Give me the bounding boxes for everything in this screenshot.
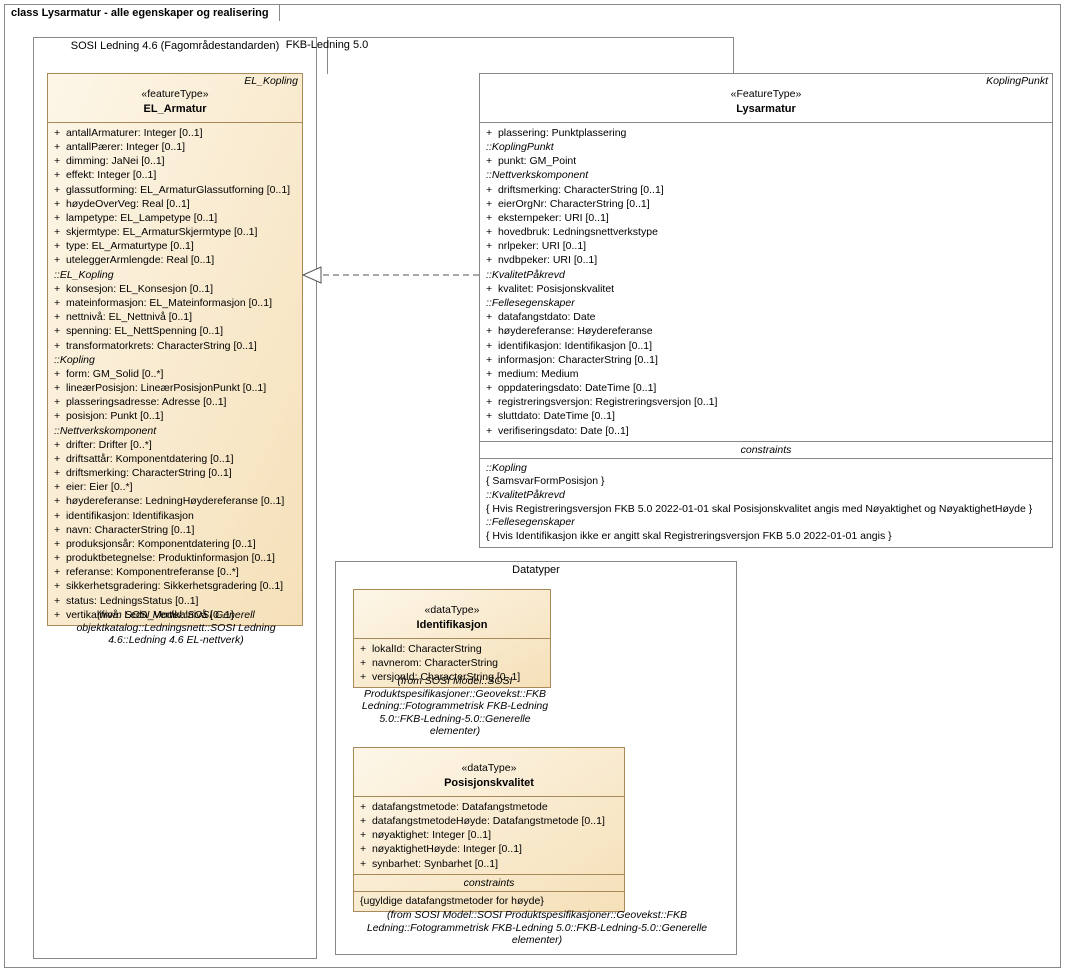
attribute-row: høydereferanse: LedningHøydereferanse [0… <box>54 494 296 508</box>
constraint-header: ::KvalitetPåkrevd <box>486 489 1046 503</box>
el-armatur-stereo: «featureType» <box>52 88 298 102</box>
constraint-text: { Hvis Identifikasjon ikke er angitt ska… <box>486 530 1046 544</box>
attribute-row: identifikasjon: Identifikasjon [0..1] <box>486 339 1046 353</box>
attribute-row: lokalId: CharacterString <box>360 642 544 656</box>
attribute-row: navnerom: CharacterString <box>360 656 544 670</box>
section-header: ::Kopling <box>54 353 296 367</box>
attribute-row: lampetype: EL_Lampetype [0..1] <box>54 211 296 225</box>
posisjonskvalitet-constraints-label: constraints <box>354 875 624 892</box>
posisjonskvalitet-from: (from SOSI Model::SOSI Produktspesifikas… <box>343 905 731 951</box>
attribute-row: synbarhet: Synbarhet [0..1] <box>360 857 618 871</box>
section-header: ::Nettverkskomponent <box>486 168 1046 182</box>
lysarmatur-constraints-label: constraints <box>480 442 1052 459</box>
attribute-row: sluttdato: DateTime [0..1] <box>486 409 1046 423</box>
posisjonskvalitet-stereo: «dataType» <box>358 762 620 776</box>
attribute-row: referanse: Komponentreferanse [0..*] <box>54 565 296 579</box>
attribute-row: eksternpeker: URI [0..1] <box>486 211 1046 225</box>
constraint-header: ::Fellesegenskaper <box>486 516 1046 530</box>
attribute-row: identifikasjon: Identifikasjon <box>54 509 296 523</box>
attribute-row: kvalitet: Posisjonskvalitet <box>486 282 1046 296</box>
identifikasjon-stereo: «dataType» <box>358 604 546 618</box>
attribute-row: datafangstmetode: Datafangstmetode <box>360 800 618 814</box>
el-armatur-corner: EL_Kopling <box>244 75 298 87</box>
attribute-row: driftsmerking: CharacterString [0..1] <box>486 183 1046 197</box>
attribute-row: eier: Eier [0..*] <box>54 480 296 494</box>
attribute-row: posisjon: Punkt [0..1] <box>54 409 296 423</box>
attribute-row: høydereferanse: Høydereferanse <box>486 324 1046 338</box>
attribute-row: produktbetegnelse: Produktinformasjon [0… <box>54 551 296 565</box>
attribute-row: høydeOverVeg: Real [0..1] <box>54 197 296 211</box>
attribute-row: lineærPosisjon: LineærPosisjonPunkt [0..… <box>54 381 296 395</box>
class-el-armatur: EL_Kopling «featureType» EL_Armatur anta… <box>47 73 303 626</box>
attribute-row: effekt: Integer [0..1] <box>54 168 296 182</box>
attribute-row: antallPærer: Integer [0..1] <box>54 140 296 154</box>
attribute-row: registreringsversjon: Registreringsversj… <box>486 395 1046 409</box>
class-lysarmatur: KoplingPunkt «FeatureType» Lysarmatur pl… <box>479 73 1053 548</box>
attribute-row: glassutforming: EL_ArmaturGlassutforning… <box>54 183 296 197</box>
attribute-row: punkt: GM_Point <box>486 154 1046 168</box>
attribute-row: informasjon: CharacterString [0..1] <box>486 353 1046 367</box>
posisjonskvalitet-name: Posisjonskvalitet <box>358 776 620 790</box>
attribute-row: eierOrgNr: CharacterString [0..1] <box>486 197 1046 211</box>
attribute-row: nrlpeker: URI [0..1] <box>486 239 1046 253</box>
attribute-row: uteleggerArmlengde: Real [0..1] <box>54 253 296 267</box>
section-header: ::Nettverkskomponent <box>54 424 296 438</box>
attribute-row: antallArmaturer: Integer [0..1] <box>54 126 296 140</box>
el-armatur-from: (from SOSI Model::SOSI Generell objektka… <box>47 605 305 651</box>
attribute-row: dimming: JaNei [0..1] <box>54 154 296 168</box>
attribute-row: konsesjon: EL_Konsesjon [0..1] <box>54 282 296 296</box>
class-posisjonskvalitet: «dataType» Posisjonskvalitet datafangstm… <box>353 747 625 912</box>
constraint-header: ::Kopling <box>486 462 1046 476</box>
package-fkb50-label: FKB-Ledning 5.0 <box>125 39 530 51</box>
attribute-row: nettnivå: EL_Nettnivå [0..1] <box>54 310 296 324</box>
constraint-text: { SamsvarFormPosisjon } <box>486 475 1046 489</box>
attribute-row: hovedbruk: Ledningsnettverkstype <box>486 225 1046 239</box>
attribute-row: form: GM_Solid [0..*] <box>54 367 296 381</box>
attribute-row: datafangstmetodeHøyde: Datafangstmetode … <box>360 814 618 828</box>
attribute-row: drifter: Drifter [0..*] <box>54 438 296 452</box>
attribute-row: produksjonsår: Komponentdatering [0..1] <box>54 537 296 551</box>
section-header: ::KoplingPunkt <box>486 140 1046 154</box>
attribute-row: transformatorkrets: CharacterString [0..… <box>54 339 296 353</box>
attribute-row: spenning: EL_NettSpenning [0..1] <box>54 324 296 338</box>
attribute-row: sikkerhetsgradering: Sikkerhetsgradering… <box>54 579 296 593</box>
attribute-row: skjermtype: EL_ArmaturSkjermtype [0..1] <box>54 225 296 239</box>
package-datatyper-label: Datatyper <box>512 564 560 576</box>
attribute-row: nøyaktighet: Integer [0..1] <box>360 828 618 842</box>
lysarmatur-name: Lysarmatur <box>484 102 1048 116</box>
diagram-title-tab: class Lysarmatur - alle egenskaper og re… <box>4 4 280 21</box>
lysarmatur-corner: KoplingPunkt <box>986 75 1048 87</box>
attribute-row: driftsattår: Komponentdatering [0..1] <box>54 452 296 466</box>
attribute-row: mateinformasjon: EL_Mateinformasjon [0..… <box>54 296 296 310</box>
section-header: ::Fellesegenskaper <box>486 296 1046 310</box>
attribute-row: plassering: Punktplassering <box>486 126 1046 140</box>
attribute-row: verifiseringsdato: Date [0..1] <box>486 424 1046 438</box>
attribute-row: oppdateringsdato: DateTime [0..1] <box>486 381 1046 395</box>
el-armatur-name: EL_Armatur <box>52 102 298 116</box>
identifikasjon-name: Identifikasjon <box>358 618 546 632</box>
identifikasjon-from: (from SOSI Model::SOSI Produktspesifikas… <box>353 671 557 742</box>
diagram-frame: class Lysarmatur - alle egenskaper og re… <box>4 4 1061 968</box>
constraint-text: { Hvis Registreringsversjon FKB 5.0 2022… <box>486 503 1046 517</box>
lysarmatur-stereo: «FeatureType» <box>484 88 1048 102</box>
attribute-row: datafangstdato: Date <box>486 310 1046 324</box>
attribute-row: type: EL_Armaturtype [0..1] <box>54 239 296 253</box>
attribute-row: driftsmerking: CharacterString [0..1] <box>54 466 296 480</box>
attribute-row: nvdbpeker: URI [0..1] <box>486 253 1046 267</box>
section-header: ::EL_Kopling <box>54 268 296 282</box>
attribute-row: navn: CharacterString [0..1] <box>54 523 296 537</box>
section-header: ::KvalitetPåkrevd <box>486 268 1046 282</box>
attribute-row: medium: Medium <box>486 367 1046 381</box>
attribute-row: nøyaktighetHøyde: Integer [0..1] <box>360 842 618 856</box>
attribute-row: plasseringsadresse: Adresse [0..1] <box>54 395 296 409</box>
